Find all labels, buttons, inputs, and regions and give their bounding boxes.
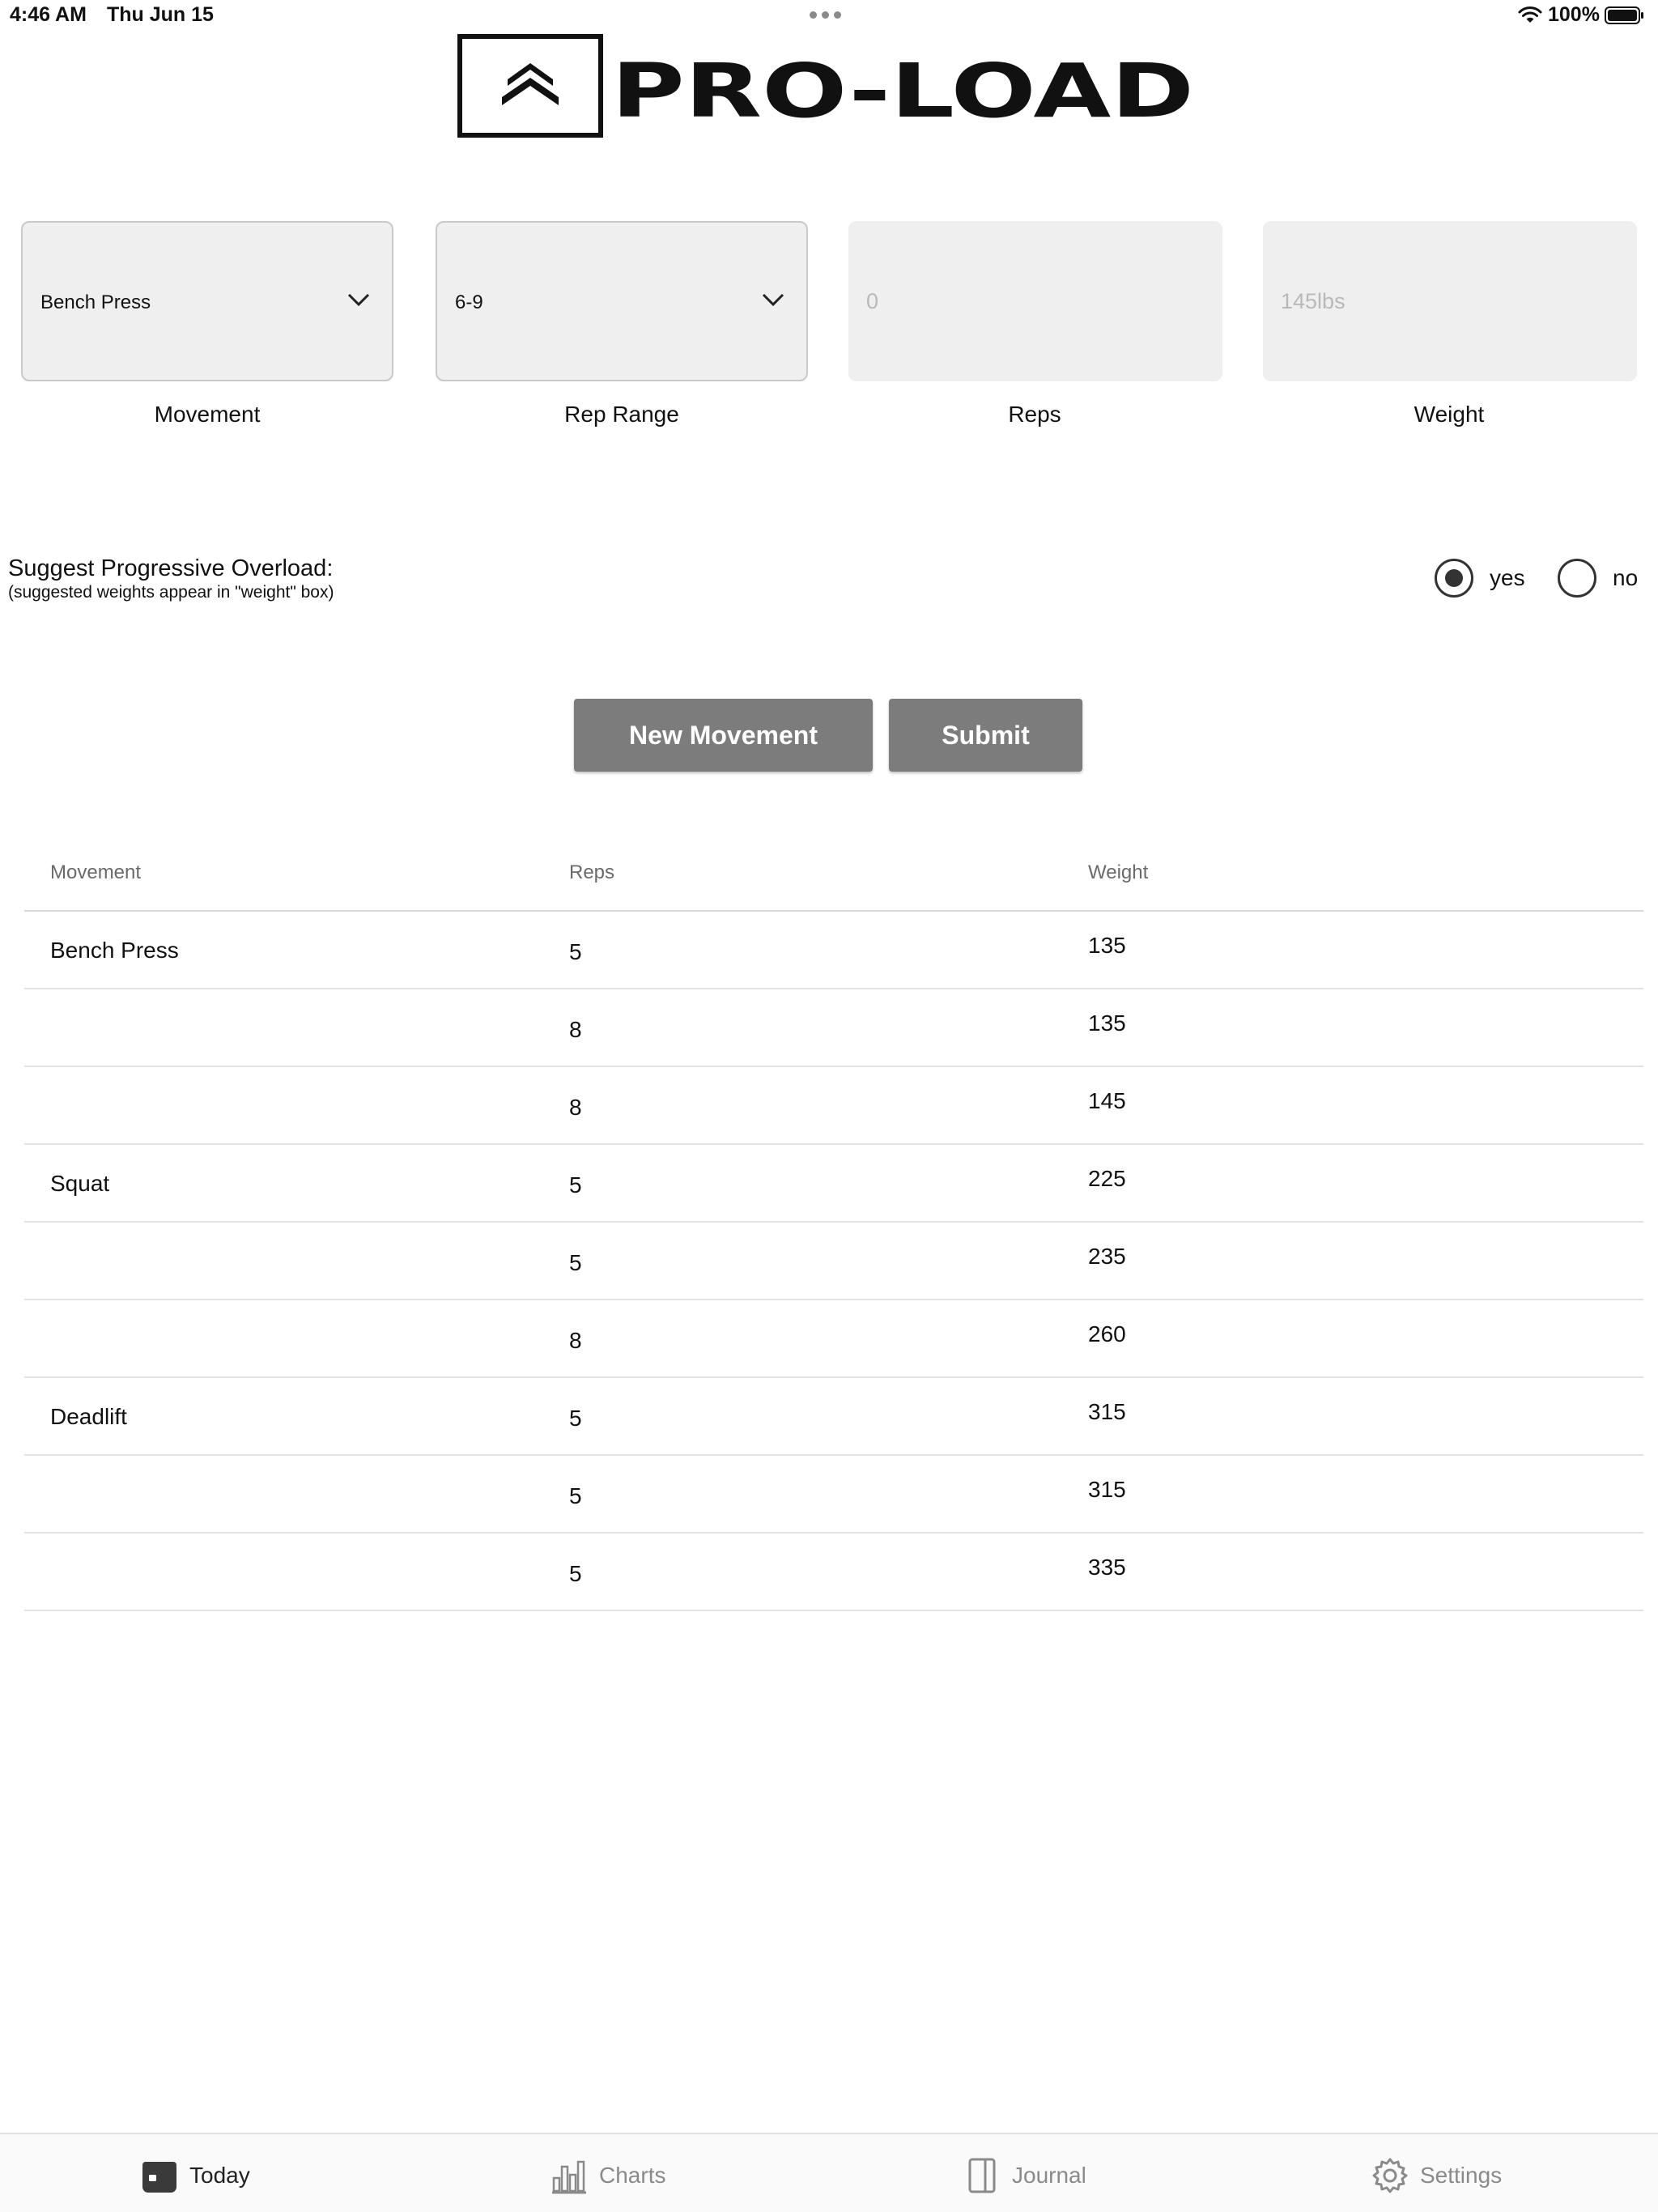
tab-settings[interactable]: Settings <box>1371 2154 1502 2197</box>
calendar-icon <box>142 2162 176 2193</box>
cell-weight: 315 <box>1088 1399 1126 1424</box>
table-row[interactable]: 5 235 <box>24 1223 1643 1300</box>
workout-table: Movement Reps Weight Bench Press 5 135 8… <box>24 842 1643 1611</box>
cell-movement: Squat <box>50 1171 110 1196</box>
cell-reps: 8 <box>569 1095 582 1120</box>
cell-reps: 5 <box>569 1483 582 1508</box>
radio-no-label[interactable]: no <box>1613 565 1638 591</box>
table-row[interactable]: 5 335 <box>24 1534 1643 1611</box>
overload-subtitle: (suggested weights appear in "weight" bo… <box>8 583 334 602</box>
cell-weight: 145 <box>1088 1088 1126 1113</box>
table-row[interactable]: Bench Press 5 135 <box>24 912 1643 989</box>
cell-movement: Deadlift <box>50 1404 127 1429</box>
tab-today[interactable]: Today <box>141 2154 250 2197</box>
reps-input[interactable]: 0 <box>848 221 1222 381</box>
table-row[interactable]: 8 135 <box>24 989 1643 1067</box>
tab-today-label: Today <box>189 2163 250 2188</box>
rep-range-value: 6-9 <box>455 291 483 313</box>
weight-input[interactable]: 145lbs <box>1263 221 1637 381</box>
cell-weight: 335 <box>1088 1555 1126 1580</box>
status-time: 4:46 AM <box>10 3 87 26</box>
bar-chart-icon <box>552 2160 586 2194</box>
radio-no[interactable] <box>1558 559 1596 598</box>
table-row[interactable]: Squat 5 225 <box>24 1145 1643 1223</box>
tab-charts-label: Charts <box>599 2163 666 2188</box>
movement-dropdown[interactable]: Bench Press <box>21 221 393 381</box>
tab-settings-label: Settings <box>1420 2163 1503 2188</box>
wifi-icon <box>1518 6 1542 23</box>
cell-reps: 5 <box>569 1250 582 1275</box>
book-icon <box>968 2158 996 2193</box>
rep-range-dropdown[interactable]: 6-9 <box>436 221 808 381</box>
chevron-down-icon <box>762 293 784 307</box>
cell-weight: 260 <box>1088 1321 1126 1346</box>
cell-weight: 315 <box>1088 1477 1126 1502</box>
overload-title: Suggest Progressive Overload: <box>8 555 334 581</box>
cell-reps: 5 <box>569 1406 582 1431</box>
table-header: Movement Reps Weight <box>24 842 1643 912</box>
table-row[interactable]: 8 145 <box>24 1067 1643 1145</box>
cell-reps: 8 <box>569 1328 582 1353</box>
multitasking-dots-icon[interactable] <box>810 5 847 24</box>
table-row[interactable]: Deadlift 5 315 <box>24 1378 1643 1456</box>
new-movement-button[interactable]: New Movement <box>574 699 873 772</box>
table-row[interactable]: 5 315 <box>24 1456 1643 1534</box>
tab-journal-label: Journal <box>1012 2163 1086 2188</box>
movement-value: Bench Press <box>40 291 151 313</box>
reps-label: Reps <box>1008 402 1061 427</box>
cell-reps: 8 <box>569 1017 582 1042</box>
header-movement: Movement <box>50 861 142 883</box>
cell-weight: 235 <box>1088 1244 1126 1269</box>
tab-journal[interactable]: Journal <box>963 2154 1086 2197</box>
cell-reps: 5 <box>569 1561 582 1586</box>
reps-placeholder: 0 <box>866 289 879 313</box>
radio-yes[interactable] <box>1435 559 1473 598</box>
cell-reps: 5 <box>569 939 582 964</box>
cell-movement: Bench Press <box>50 938 179 963</box>
svg-text:PRO-LOAD: PRO-LOAD <box>611 48 1194 134</box>
cell-reps: 5 <box>569 1172 582 1197</box>
tab-charts[interactable]: Charts <box>551 2154 665 2197</box>
radio-selected-dot <box>1445 569 1463 587</box>
weight-placeholder: 145lbs <box>1281 289 1346 313</box>
tab-bar: Today Charts Journal Settings <box>0 2133 1658 2212</box>
battery-icon <box>1605 6 1643 24</box>
cell-weight: 225 <box>1088 1166 1126 1191</box>
status-bar: 4:46 AM Thu Jun 15 100% <box>0 0 1658 32</box>
weight-label: Weight <box>1414 402 1485 427</box>
submit-button[interactable]: Submit <box>889 699 1082 772</box>
cell-weight: 135 <box>1088 1010 1126 1036</box>
pro-load-logo: PRO-LOAD <box>457 34 1194 138</box>
header-weight: Weight <box>1088 861 1149 883</box>
battery-percent: 100% <box>1548 3 1600 26</box>
rep-range-label: Rep Range <box>564 402 679 427</box>
radio-yes-label[interactable]: yes <box>1490 565 1525 591</box>
chevron-down-icon <box>347 293 370 307</box>
gear-icon <box>1372 2158 1408 2193</box>
status-date: Thu Jun 15 <box>107 3 214 26</box>
movement-label: Movement <box>154 402 261 427</box>
header-reps: Reps <box>569 861 615 883</box>
cell-weight: 135 <box>1088 933 1126 958</box>
table-row[interactable]: 8 260 <box>24 1300 1643 1378</box>
